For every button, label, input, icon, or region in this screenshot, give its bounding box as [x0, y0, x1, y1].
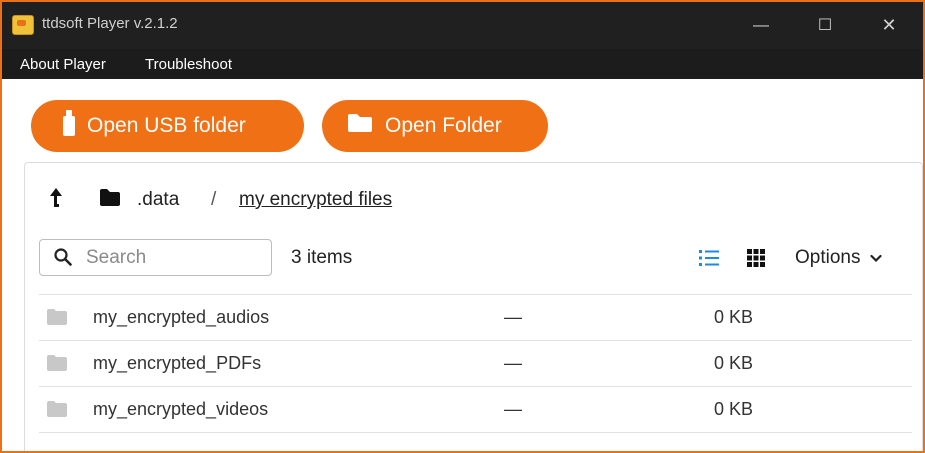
breadcrumb: .data / my encrypted files	[25, 187, 922, 217]
file-modified: —	[504, 399, 522, 419]
app-window: ttdsoft Player v.2.1.2 — ☐ ✕ About Playe…	[0, 0, 925, 453]
title-bar: ttdsoft Player v.2.1.2 — ☐ ✕	[2, 2, 923, 49]
open-folder-label: Open Folder	[385, 114, 502, 137]
maximize-button[interactable]: ☐	[802, 2, 848, 49]
file-size: 0 KB	[714, 353, 754, 373]
chevron-down-icon	[870, 247, 882, 269]
options-label: Options	[795, 247, 861, 269]
arrow-up-icon[interactable]	[49, 187, 63, 215]
window-title: ttdsoft Player v.2.1.2	[42, 15, 178, 32]
search-box[interactable]	[39, 239, 272, 276]
file-row[interactable]: my_encrypted_videos — 0 KB	[39, 386, 912, 433]
folder-icon	[47, 309, 67, 330]
file-row[interactable]: my_encrypted_PDFs — 0 KB	[39, 340, 912, 386]
menu-bar: About Player Troubleshoot	[2, 49, 923, 79]
file-size: 0 KB	[714, 399, 754, 419]
list-view-icon[interactable]	[699, 249, 719, 272]
close-button[interactable]: ✕	[866, 2, 912, 49]
folder-icon	[347, 113, 373, 139]
item-count: 3 items	[291, 247, 353, 268]
file-name: my_encrypted_PDFs	[93, 353, 262, 373]
file-name: my_encrypted_videos	[93, 399, 269, 419]
menu-about-player[interactable]: About Player	[20, 56, 106, 73]
file-size: 0 KB	[714, 307, 754, 327]
options-dropdown[interactable]: Options	[795, 247, 882, 269]
search-input[interactable]	[84, 246, 258, 270]
breadcrumb-parent[interactable]: .data	[137, 189, 179, 211]
usb-drive-icon	[63, 110, 75, 142]
file-modified: —	[504, 353, 522, 373]
file-modified: —	[504, 307, 522, 327]
app-logo-icon	[12, 15, 34, 35]
breadcrumb-current[interactable]: my encrypted files	[239, 189, 392, 211]
open-usb-folder-button[interactable]: Open USB folder	[31, 100, 304, 152]
file-name: my_encrypted_audios	[93, 307, 270, 327]
open-usb-folder-label: Open USB folder	[87, 114, 246, 137]
folder-icon	[99, 189, 121, 212]
grid-view-icon[interactable]	[747, 249, 765, 272]
main-content: Open USB folder Open Folder .data / my e…	[2, 79, 923, 451]
minimize-button[interactable]: —	[738, 2, 784, 49]
menu-troubleshoot[interactable]: Troubleshoot	[145, 56, 232, 73]
search-icon	[54, 248, 72, 271]
open-folder-button[interactable]: Open Folder	[322, 100, 548, 152]
breadcrumb-separator: /	[211, 189, 217, 210]
folder-icon	[47, 355, 67, 376]
folder-icon	[47, 401, 67, 422]
file-browser-panel: .data / my encrypted files 3 items	[24, 162, 923, 451]
file-row[interactable]: my_encrypted_audios — 0 KB	[39, 294, 912, 340]
